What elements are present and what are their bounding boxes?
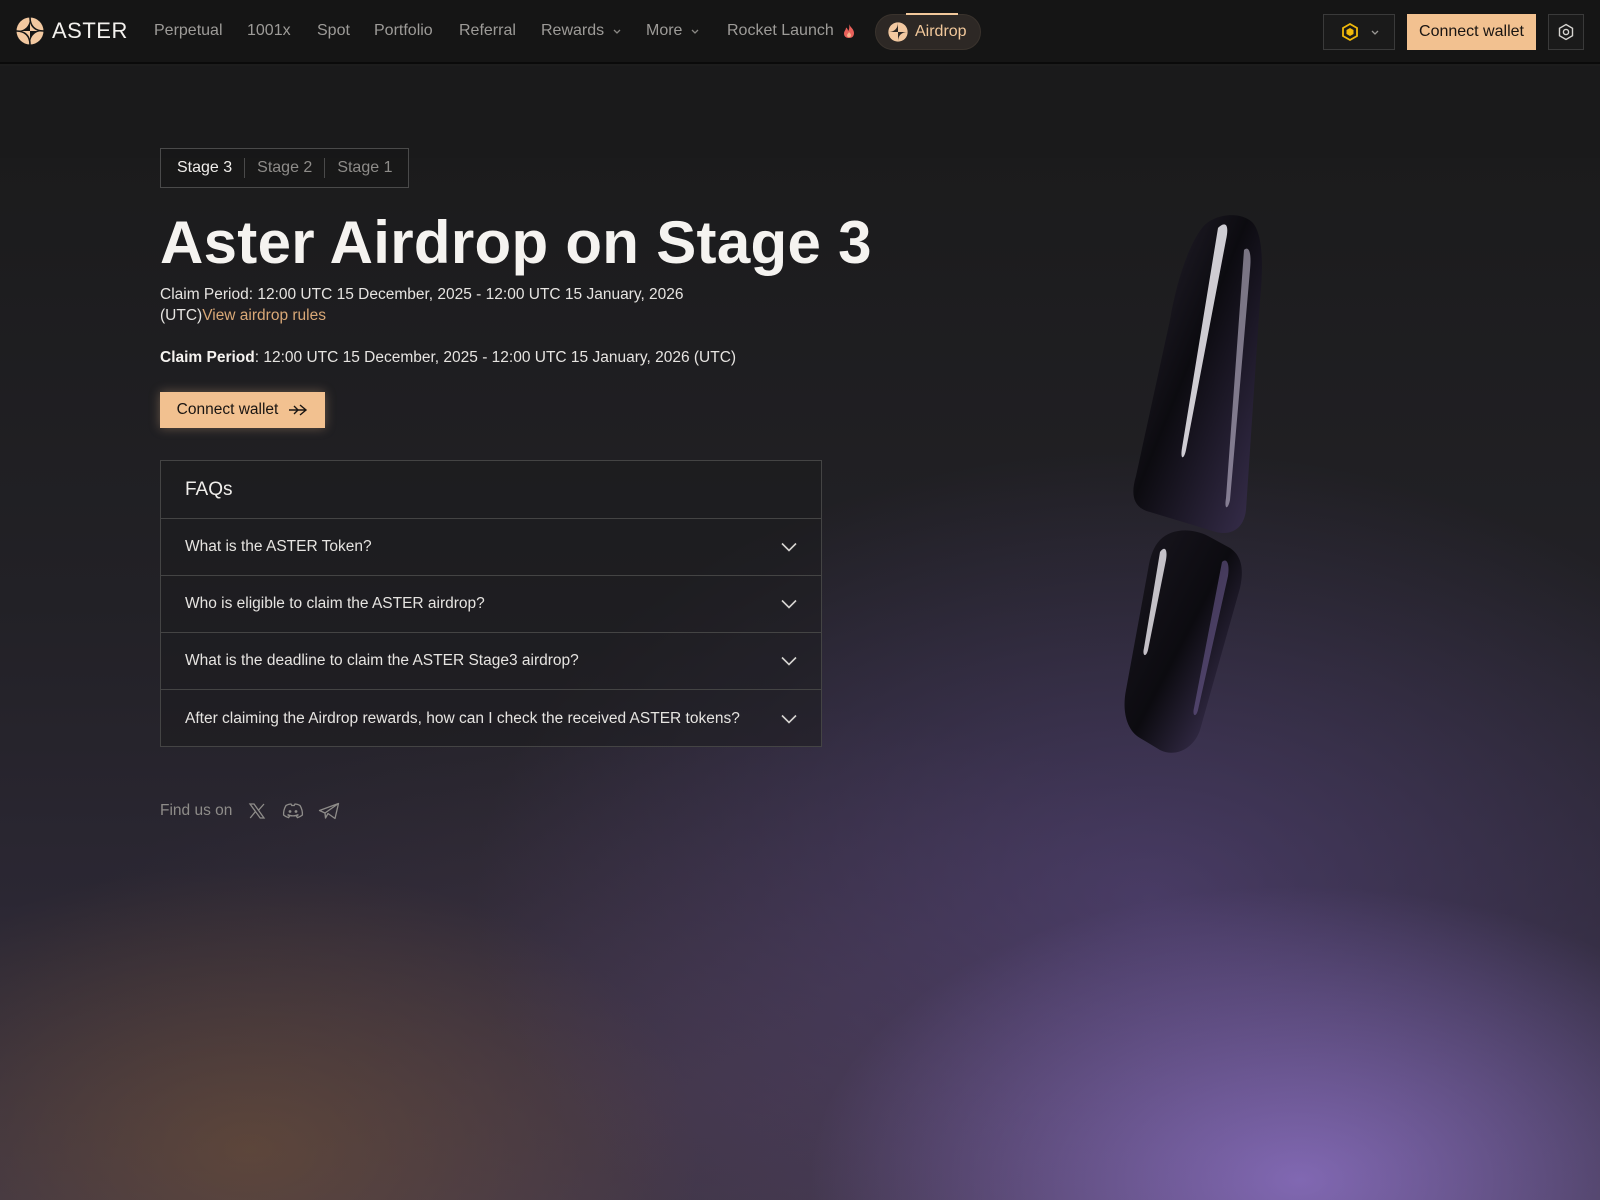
tab-stage-1[interactable]: Stage 1	[325, 158, 404, 178]
nav-1001x[interactable]: 1001x	[247, 22, 291, 40]
brand-name: ASTER	[52, 18, 128, 43]
faq-panel: FAQs What is the ASTER Token? Who is eli…	[160, 460, 822, 747]
stage-tabs: Stage 3 Stage 2 Stage 1	[160, 148, 410, 188]
chevron-down-icon	[781, 714, 797, 724]
telegram-link[interactable]	[318, 800, 340, 822]
nav-rocket-launch-label: Rocket Launch	[727, 22, 834, 39]
nav-rewards[interactable]: Rewards	[541, 22, 622, 40]
hero-top-band	[0, 66, 1600, 158]
chain-selector[interactable]	[1323, 14, 1395, 50]
faq-question: After claiming the Airdrop rewards, how …	[185, 709, 740, 727]
nav-referral-label: Referral	[459, 22, 516, 39]
x-link[interactable]	[246, 800, 268, 822]
nav-portfolio[interactable]: Portfolio	[374, 22, 433, 40]
nav-1001x-label: 1001x	[247, 22, 291, 39]
page-title: Aster Airdrop on Stage 3	[160, 209, 872, 276]
faq-item[interactable]: What is the ASTER Token?	[161, 519, 821, 576]
active-indicator	[906, 13, 958, 15]
nav-portfolio-label: Portfolio	[374, 22, 433, 39]
aster-logo-icon	[16, 17, 44, 45]
chevron-down-icon	[691, 29, 699, 34]
nav-perpetual-label: Perpetual	[154, 22, 223, 39]
nav-spot[interactable]: Spot	[317, 22, 350, 40]
nav-airdrop-label: Airdrop	[915, 23, 967, 40]
find-us-label: Find us on	[160, 802, 233, 819]
connect-wallet-button[interactable]: Connect wallet	[1407, 14, 1536, 50]
faq-question: Who is eligible to claim the ASTER airdr…	[185, 595, 485, 612]
top-navigation: ASTER Perpetual 1001x Spot Portfolio Ref…	[0, 0, 1600, 64]
hero-connect-wallet-label: Connect wallet	[176, 401, 279, 418]
faq-item[interactable]: Who is eligible to claim the ASTER airdr…	[161, 576, 821, 633]
settings-button[interactable]	[1548, 14, 1584, 50]
chevron-down-icon	[613, 29, 621, 34]
faq-title: FAQs	[161, 461, 821, 519]
nav-spot-label: Spot	[317, 22, 350, 39]
tab-stage-2[interactable]: Stage 2	[245, 158, 324, 178]
nav-rewards-label: Rewards	[541, 22, 605, 39]
nav-more-label: More	[646, 22, 683, 39]
claim-period-label: Claim Period	[160, 349, 255, 366]
nav-rocket-launch[interactable]: Rocket Launch	[727, 22, 856, 40]
fire-icon	[843, 24, 854, 38]
chevron-down-icon	[781, 656, 797, 666]
decorative-3d-shape	[1124, 215, 1262, 753]
chevron-down-icon	[781, 599, 797, 609]
settings-icon	[1558, 23, 1574, 41]
claim-period-value: : 12:00 UTC 15 December, 2025 - 12:00 UT…	[254, 349, 737, 366]
nav-airdrop[interactable]: Airdrop	[875, 13, 981, 50]
faq-item[interactable]: What is the deadline to claim the ASTER …	[161, 633, 821, 690]
arrow-right-icon	[289, 404, 308, 416]
bnb-chain-icon	[1342, 22, 1358, 42]
brand-logo[interactable]: ASTER	[16, 17, 128, 45]
nav-more[interactable]: More	[646, 22, 700, 40]
nav-perpetual[interactable]: Perpetual	[154, 22, 223, 40]
discord-link[interactable]	[282, 800, 304, 822]
x-icon	[249, 803, 266, 819]
telegram-icon	[319, 802, 340, 820]
faq-question: What is the deadline to claim the ASTER …	[185, 652, 579, 669]
view-airdrop-rules-link[interactable]: View airdrop rules	[202, 307, 326, 324]
tab-stage-3[interactable]: Stage 3	[165, 158, 244, 178]
faq-item[interactable]: After claiming the Airdrop rewards, how …	[161, 690, 821, 747]
social-links: Find us on	[160, 800, 340, 822]
chevron-down-icon	[1371, 30, 1379, 35]
claim-period-summary: Claim Period: 12:00 UTC 15 December, 202…	[160, 284, 720, 326]
discord-icon	[283, 803, 304, 819]
claim-period-detail: Claim Period: 12:00 UTC 15 December, 202…	[160, 349, 736, 367]
aster-logo-icon	[888, 22, 908, 42]
chevron-down-icon	[781, 542, 797, 552]
faq-question: What is the ASTER Token?	[185, 538, 372, 555]
nav-referral[interactable]: Referral	[459, 22, 516, 40]
hero-connect-wallet-button[interactable]: Connect wallet	[160, 392, 325, 428]
